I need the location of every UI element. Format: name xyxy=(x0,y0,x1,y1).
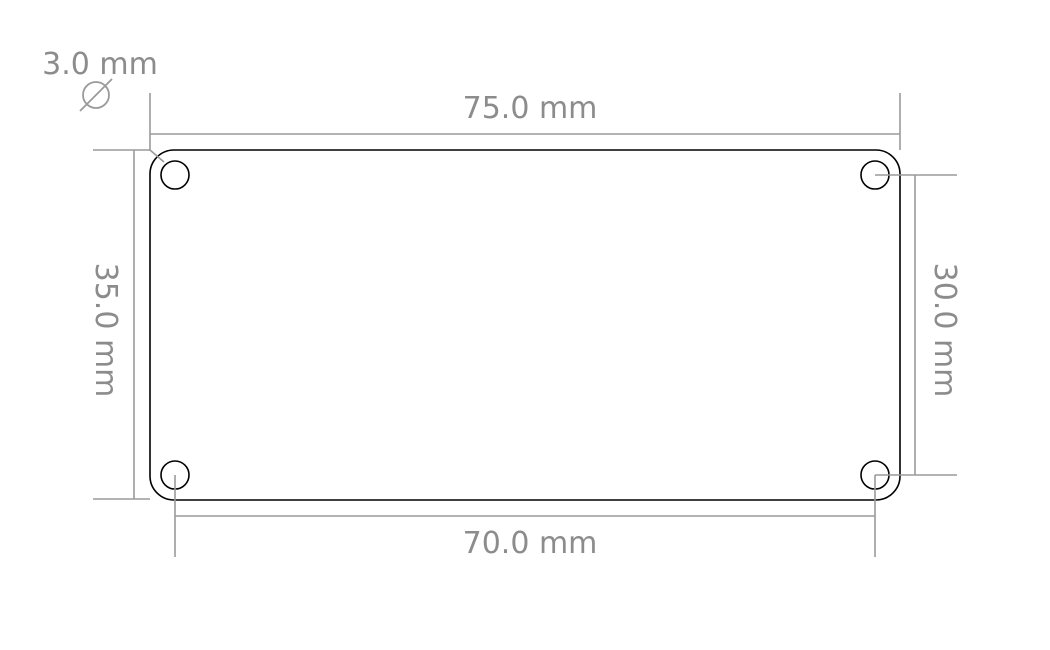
diameter-symbol-icon xyxy=(79,78,113,112)
hole-spacing-vertical-dimension: 30.0 mm xyxy=(875,174,962,476)
mounting-plate-drawing: 3.0 mm 75.0 mm 35.0 mm 30.0 mm 70.0 mm xyxy=(42,47,962,561)
width-label: 75.0 mm xyxy=(463,91,598,126)
mounting-hole-top-left xyxy=(160,160,190,190)
plate-outline xyxy=(149,149,901,501)
hole-spacing-vertical-label: 30.0 mm xyxy=(927,263,962,398)
hole-diameter-leader xyxy=(149,149,165,163)
hole-spacing-horizontal-label: 70.0 mm xyxy=(463,526,598,561)
hole-spacing-horizontal-dimension: 70.0 mm xyxy=(174,475,876,561)
height-dimension: 35.0 mm xyxy=(88,149,150,500)
width-dimension: 75.0 mm xyxy=(149,91,901,150)
height-label: 35.0 mm xyxy=(88,263,123,398)
hole-diameter-label: 3.0 mm xyxy=(42,47,158,82)
